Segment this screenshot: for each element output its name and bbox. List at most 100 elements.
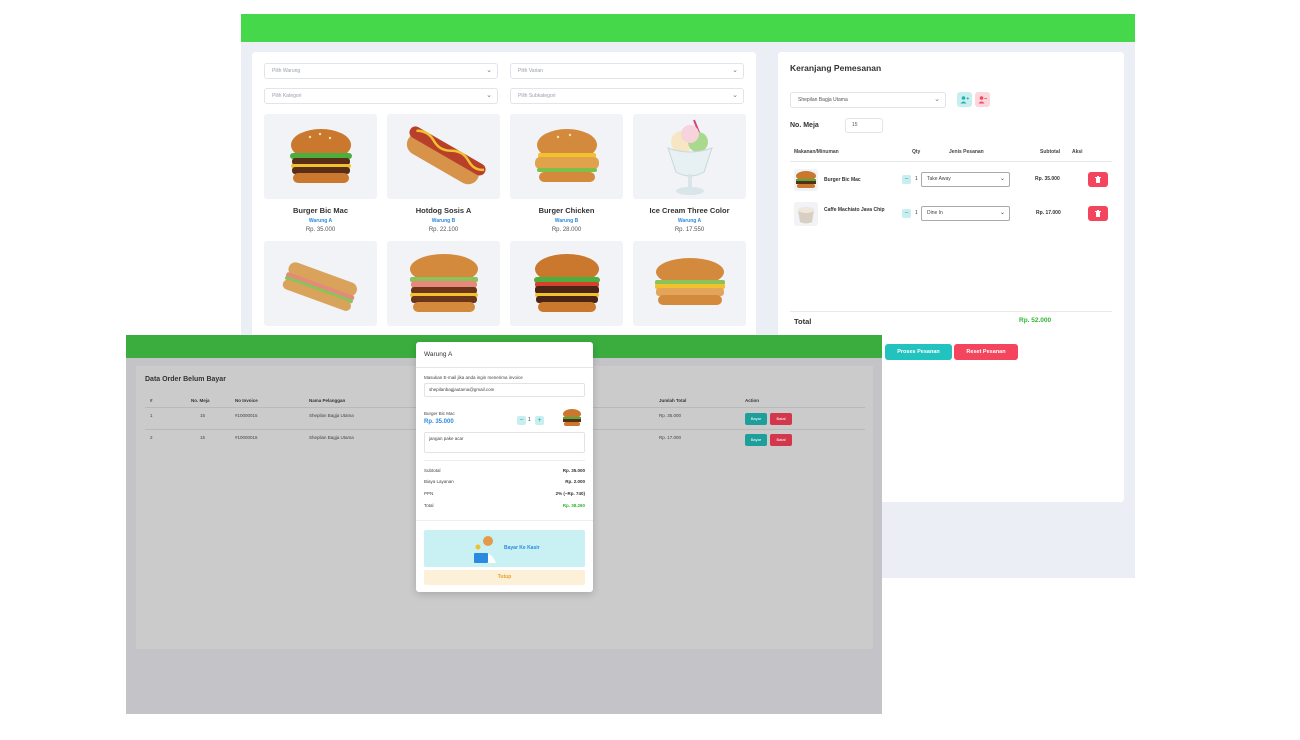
menu-panel: Pilih Warung ⌄ Pilih Varian ⌄ Pilih Kate… xyxy=(252,52,756,352)
total-divider xyxy=(790,311,1112,312)
chevron-down-icon: ⌄ xyxy=(732,67,738,74)
qty-value: 1 xyxy=(528,417,531,423)
cart-item-subtotal: Rp. 35.000 xyxy=(1035,176,1060,182)
product-image xyxy=(510,114,623,199)
table-number-label: No. Meja xyxy=(790,122,819,129)
cancel-button[interactable]: Batal xyxy=(770,413,792,425)
add-customer-button[interactable] xyxy=(957,92,972,107)
service-value: Rp. 2.000 xyxy=(565,479,585,484)
product-warung: Warung B xyxy=(431,218,456,224)
product-card[interactable]: Ice Cream Three Color Warung A Rp. 17.55… xyxy=(633,114,746,233)
kategori-select[interactable]: Pilih Kategori ⌄ xyxy=(264,88,498,104)
subkategori-select-text: Pilih Subkategori xyxy=(518,93,556,99)
beef-burger-icon xyxy=(533,253,600,312)
col-subtotal: Subtotal xyxy=(1040,149,1060,155)
product-price: Rp. 35.000 xyxy=(305,227,336,233)
row-jumlah: Rp. 17.000 xyxy=(659,435,682,440)
service-label: Biaya Layanan xyxy=(424,479,454,484)
chicken-burger-icon xyxy=(534,128,599,182)
modal-title: Warung A xyxy=(424,351,453,358)
add-user-icon xyxy=(960,95,969,103)
cheese-burger-icon xyxy=(654,257,725,305)
product-image xyxy=(387,114,500,199)
trash-icon xyxy=(1095,210,1101,217)
reset-order-button[interactable]: Reset Pesanan xyxy=(954,344,1018,360)
product-name: Hotdog Sosis A xyxy=(415,206,472,215)
product-image xyxy=(633,241,746,326)
remove-user-icon xyxy=(978,95,987,103)
product-image xyxy=(387,241,500,326)
burger-icon xyxy=(796,171,816,188)
qty-value: 1 xyxy=(915,210,918,216)
col-jumlah: Jumlah Total xyxy=(659,398,687,403)
product-image xyxy=(264,241,377,326)
product-card[interactable] xyxy=(510,241,623,326)
chevron-down-icon: ⌄ xyxy=(486,67,492,74)
process-order-button[interactable]: Proses Pesanan xyxy=(885,344,952,360)
product-image xyxy=(510,241,623,326)
varian-select[interactable]: Pilih Varian ⌄ xyxy=(510,63,744,79)
product-card[interactable] xyxy=(387,241,500,326)
pay-button[interactable]: Bayar xyxy=(745,434,767,446)
warung-select[interactable]: Pilih Warung ⌄ xyxy=(264,63,498,79)
product-card[interactable]: Burger Chicken Warung B Rp. 28.000 xyxy=(510,114,623,233)
pay-cashier-button[interactable]: Bayar Ke Kasir xyxy=(424,530,585,567)
col-action: Action xyxy=(745,398,759,403)
customer-select[interactable]: Shepilan Bagja Utama ⌄ xyxy=(790,92,946,108)
product-card[interactable]: Hotdog Sosis A Warung B Rp. 22.100 xyxy=(387,114,500,233)
email-input[interactable]: shepilanbagjautama@gmail.com xyxy=(424,383,585,397)
cart-item-thumb xyxy=(794,202,818,226)
pay-button[interactable]: Bayar xyxy=(745,413,767,425)
burger-icon xyxy=(563,409,581,426)
cart-item-thumb xyxy=(794,169,818,191)
order-type-select[interactable]: Dine In ⌄ xyxy=(921,206,1010,221)
col-type: Jenis Pesanan xyxy=(949,149,984,155)
chevron-down-icon: ⌄ xyxy=(999,176,1005,182)
table-number-input[interactable]: 15 xyxy=(845,118,883,133)
summary-divider xyxy=(424,460,585,461)
qty-decrease-button[interactable]: − xyxy=(517,416,526,425)
pos-topbar xyxy=(241,14,1135,42)
burger-icon xyxy=(289,128,352,183)
order-type-select[interactable]: Take Away ⌄ xyxy=(921,172,1010,187)
product-card[interactable] xyxy=(264,241,377,326)
product-image xyxy=(264,114,377,199)
total-value: Rp. 52.000 xyxy=(1019,317,1052,324)
cart-item-name: Burger Bic Mac xyxy=(824,177,861,183)
qty-decrease-button[interactable]: − xyxy=(902,175,911,184)
note-textarea[interactable]: jangan pake acar xyxy=(424,432,585,453)
product-name: Burger Bic Mac xyxy=(292,206,349,215)
trash-icon xyxy=(1095,176,1101,183)
delete-item-button[interactable] xyxy=(1088,172,1108,187)
product-card[interactable] xyxy=(633,241,746,326)
row-num: 1 xyxy=(150,413,153,418)
cart-item-subtotal: Rp. 17.000 xyxy=(1036,210,1061,216)
payment-modal: Warung A Masukan E-mail jika anda ingin … xyxy=(416,342,593,592)
sub-sandwich-icon xyxy=(282,261,357,311)
product-price: Rp. 28.000 xyxy=(551,227,582,233)
cashier-icon xyxy=(474,536,496,563)
product-name: Burger Chicken xyxy=(538,206,595,215)
remove-customer-button[interactable] xyxy=(975,92,990,107)
qty-increase-button[interactable]: + xyxy=(535,416,544,425)
col-nama: Nama Pelanggan xyxy=(309,398,346,403)
product-warung: Warung B xyxy=(554,218,579,224)
ppn-label: PPN xyxy=(424,491,434,496)
cancel-button[interactable]: Batal xyxy=(770,434,792,446)
delete-item-button[interactable] xyxy=(1088,206,1108,221)
close-button[interactable]: Tutup xyxy=(424,570,585,585)
chevron-down-icon: ⌄ xyxy=(999,210,1005,216)
total-label: Total xyxy=(424,503,434,508)
footer-divider xyxy=(416,520,593,521)
modal-item-price: Rp. 35.000 xyxy=(424,419,454,425)
col-num: # xyxy=(150,398,153,403)
subkategori-select[interactable]: Pilih Subkategori ⌄ xyxy=(510,88,744,104)
row-invoice: #10000015 xyxy=(235,413,258,418)
qty-decrease-button[interactable]: − xyxy=(902,209,911,218)
qty-value: 1 xyxy=(915,176,918,182)
product-card[interactable]: Burger Bic Mac Warung A Rp. 35.000 xyxy=(264,114,377,233)
product-price: Rp. 17.550 xyxy=(674,227,705,233)
total-label: Total xyxy=(794,317,812,326)
row-nama: Shepilan Bagja Utama xyxy=(309,413,354,418)
double-burger-icon xyxy=(409,253,478,312)
